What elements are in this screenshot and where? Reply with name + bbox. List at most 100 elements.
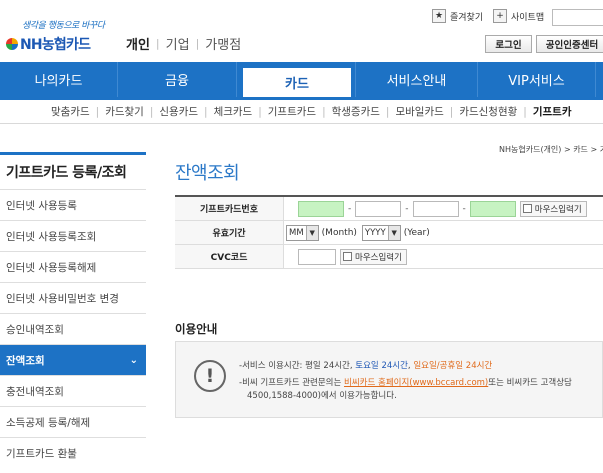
segment-divider: | (155, 37, 160, 50)
sub-nav-item[interactable]: 학생증카드 (332, 104, 380, 119)
card-number-cell: - - - 마우스입력기 (284, 197, 603, 220)
sub-nav-divider: | (523, 105, 527, 118)
service-hours-saturday: 토요일 24시간 (355, 361, 408, 371)
sidebar-title: 기프트카드 등록/조회 (0, 152, 146, 189)
cvc-input[interactable] (298, 248, 336, 265)
card-number-input-1[interactable] (298, 200, 344, 217)
card-number-input-3[interactable] (412, 200, 459, 217)
segment-divider: | (195, 37, 200, 50)
dash-separator: - (348, 203, 352, 214)
page-title: 잔액조회 (175, 163, 240, 184)
inquiry-line-2: 4500,1588-4000)에서 이용가능합니다. (247, 391, 397, 401)
nav-item-service[interactable]: 서비스안내 (355, 62, 478, 97)
sub-nav: 맞춤카드 | 카드찾기 | 신용카드 | 체크카드 | 기프트카드 | 학생증카드 | 모바… (0, 100, 603, 124)
sub-nav-item[interactable]: 기프트카드 (268, 104, 316, 119)
plus-icon: + (493, 9, 507, 23)
sub-nav-divider: | (149, 105, 154, 118)
sub-nav-item[interactable]: 모바일카드 (395, 104, 443, 119)
expiry-label: 유효기간 (175, 221, 284, 244)
month-select[interactable]: MM ▼ (286, 224, 319, 241)
nav-item-mycard[interactable]: 나의카드 (0, 62, 118, 97)
expiry-cell: MM ▼ (Month) YYYY ▼ (Year) (284, 221, 603, 244)
star-icon: ★ (432, 9, 446, 23)
bookmark-label: 즐겨찾기 (450, 12, 484, 23)
sitemap-label: 사이트맵 (511, 12, 545, 23)
cert-center-button[interactable]: 공인인증센터 (536, 35, 603, 53)
balance-form: 기프트카드번호 - - - 마우스입력기 유효기간 MM ▼ (Month) Y… (175, 195, 603, 269)
sub-nav-item[interactable]: 카드찾기 (105, 104, 144, 119)
cvc-row: CVC코드 마우스입력기 (175, 245, 603, 269)
segment-nav: 개인 | 기업 | 가맹점 (126, 34, 241, 53)
dropdown-arrow-icon: ▼ (305, 225, 318, 240)
info-title: 이용안내 (175, 322, 218, 336)
inquiry-suffix: 또는 비씨카드 고객상담 (488, 378, 572, 388)
nh-logo-icon (6, 38, 18, 50)
sidebar-item-tax-deduction[interactable]: 소득공제 등록/해제 (0, 406, 146, 437)
card-number-label: 기프트카드번호 (175, 197, 284, 220)
nav-item-card[interactable]: 카드 (243, 68, 351, 97)
expiry-row: 유효기간 MM ▼ (Month) YYYY ▼ (Year) (175, 221, 603, 245)
sub-nav-item[interactable]: 카드신청현황 (459, 104, 517, 119)
sidebar-item-charge-history[interactable]: 충전내역조회 (0, 375, 146, 406)
logo-slogan: 생각을 행동으로 바꾸다 (22, 21, 105, 31)
month-value: MM (289, 227, 304, 238)
card-number-input-4[interactable] (469, 200, 516, 217)
cvc-label: CVC코드 (175, 245, 284, 268)
checkbox (343, 252, 352, 261)
sub-nav-divider: | (385, 105, 390, 118)
logo-text: NH농협카드 (20, 37, 91, 53)
card-number-row: 기프트카드번호 - - - 마우스입력기 (175, 197, 603, 221)
sidebar-item-label: 잔액조회 (6, 354, 45, 367)
sidebar-item-register[interactable]: 인터넷 사용등록 (0, 189, 146, 220)
bookmark-link[interactable]: ★ 즐겨찾기 (432, 9, 483, 23)
sub-nav-item[interactable]: 신용카드 (159, 104, 198, 119)
year-unit: (Year) (403, 227, 430, 238)
service-hours-holiday: 일요일/공휴일 24시간 (413, 361, 493, 371)
nav-item-finance[interactable]: 금융 (118, 62, 237, 97)
sidebar-item-register-inquiry[interactable]: 인터넷 사용등록조회 (0, 220, 146, 251)
inquiry-prefix: -비씨 기프트카드 관련문의는 (239, 378, 345, 388)
dropdown-arrow-icon: ▼ (387, 225, 400, 240)
search-input[interactable] (552, 9, 603, 26)
main-nav: 나의카드 금융 카드 서비스안내 VIP서비스 (0, 62, 603, 97)
sidebar: 기프트카드 등록/조회 인터넷 사용등록 인터넷 사용등록조회 인터넷 사용등록… (0, 152, 146, 468)
segment-personal[interactable]: 개인 (126, 34, 150, 53)
mouse-input-label: 마우스입력기 (534, 204, 582, 215)
sidebar-item-password-change[interactable]: 인터넷 사용비밀번호 변경 (0, 282, 146, 313)
cvc-cell: 마우스입력기 (284, 245, 603, 268)
exclamation-icon: ! (194, 360, 226, 392)
dash-separator: - (462, 203, 466, 214)
sub-nav-item-giftcard[interactable]: 기프트카 (533, 104, 572, 119)
info-box: ! -서비스 이용시간: 평일 24시간, 토요일 24시간, 일요일/공휴일 … (175, 341, 603, 418)
sidebar-item-refund[interactable]: 기프트카드 환불 (0, 437, 146, 468)
segment-corporate[interactable]: 기업 (166, 34, 190, 53)
sidebar-item-approval-history[interactable]: 승인내역조회 (0, 313, 146, 344)
sub-nav-divider: | (258, 105, 262, 118)
month-unit: (Month) (321, 227, 357, 238)
sidebar-item-register-cancel[interactable]: 인터넷 사용등록해제 (0, 251, 146, 282)
inquiry-line: -비씨 기프트카드 관련문의는 비씨카드 홈페이지(www.bccard.com… (239, 376, 572, 388)
sub-nav-item[interactable]: 체크카드 (214, 104, 253, 119)
logo[interactable]: NH농협카드 (6, 34, 91, 54)
card-number-input-2[interactable] (355, 200, 402, 217)
segment-merchant[interactable]: 가맹점 (205, 34, 241, 53)
year-select[interactable]: YYYY ▼ (361, 224, 401, 241)
bccard-homepage-link[interactable]: 비씨카드 홈페이지(www.bccard.com) (344, 378, 488, 388)
sub-nav-item[interactable]: 맞춤카드 (51, 104, 90, 119)
mouse-input-toggle-cvc[interactable]: 마우스입력기 (340, 248, 407, 265)
mouse-input-label: 마우스입력기 (355, 252, 402, 263)
sub-nav-divider: | (449, 105, 454, 118)
sub-nav-divider: | (95, 105, 100, 118)
sub-nav-divider: | (204, 105, 208, 118)
service-hours-prefix: -서비스 이용시간: 평일 24시간, (239, 361, 356, 371)
mouse-input-toggle-card[interactable]: 마우스입력기 (519, 200, 587, 217)
checkbox (522, 204, 532, 213)
login-button[interactable]: 로그인 (485, 35, 532, 53)
sidebar-item-balance[interactable]: 잔액조회 ⌄ (0, 344, 146, 375)
sub-nav-divider: | (322, 105, 326, 118)
service-hours-line: -서비스 이용시간: 평일 24시간, 토요일 24시간, 일요일/공휴일 24… (239, 359, 492, 371)
header: 생각을 행동으로 바꾸다 NH농협카드 개인 | 기업 | 가맹점 ★ 즐겨찾기… (0, 0, 603, 62)
nav-item-vip[interactable]: VIP서비스 (478, 62, 596, 97)
chevron-down-icon: ⌄ (129, 354, 138, 366)
sitemap-link[interactable]: + 사이트맵 (493, 9, 544, 23)
